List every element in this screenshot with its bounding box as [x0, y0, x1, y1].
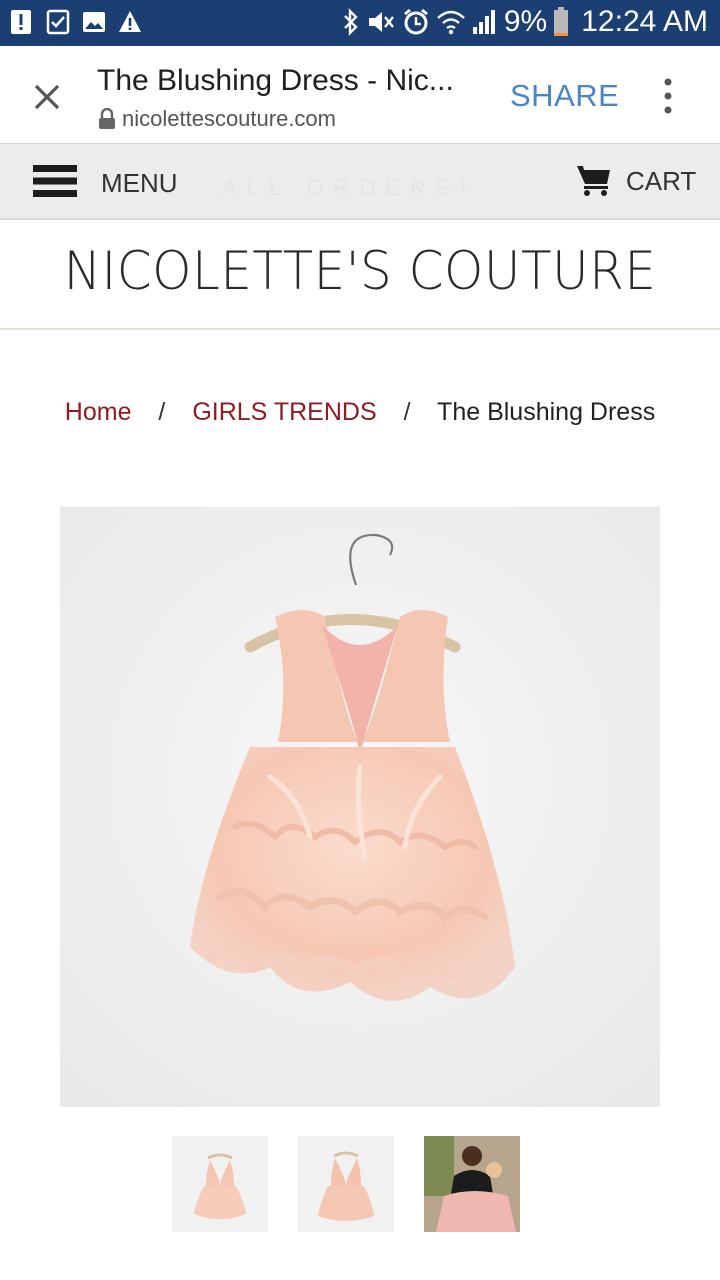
wifi-icon — [437, 10, 465, 35]
url-text: nicolettescouture.com — [122, 106, 336, 131]
signal-icon — [472, 10, 495, 34]
breadcrumb-home-link[interactable]: Home — [65, 398, 132, 426]
thumbnail-2[interactable] — [298, 1136, 394, 1232]
alarm-icon — [403, 8, 428, 35]
dress-thumbnail-image — [172, 1136, 268, 1232]
breadcrumb: Home / GIRLS TRENDS / The Blushing Dress — [0, 398, 720, 427]
product-main-image[interactable] — [60, 507, 660, 1107]
thumbnail-3[interactable] — [424, 1136, 520, 1232]
breadcrumb-separator: / — [158, 398, 166, 426]
status-bar: 9% 12:24 AM — [0, 0, 720, 46]
announcement-text: ALL ORDERS! — [222, 175, 477, 200]
battery-icon — [554, 7, 569, 36]
mute-icon — [368, 12, 394, 32]
alert-icon — [11, 10, 31, 34]
breadcrumb-category-link[interactable]: GIRLS TRENDS — [192, 398, 376, 426]
menu-button[interactable]: MENU — [101, 168, 178, 199]
browser-toolbar: The Blushing Dress - Nic... nicolettesco… — [0, 46, 720, 144]
thumbnail-strip — [172, 1136, 532, 1234]
page-title: The Blushing Dress - Nic... — [97, 64, 454, 97]
mother-daughter-photo-thumbnail — [424, 1136, 520, 1232]
dress-on-hanger-illustration — [60, 507, 660, 1107]
site-header: MENU ALL ORDERS! CART — [0, 144, 720, 220]
share-button[interactable]: SHARE — [510, 78, 619, 114]
warning-icon — [119, 11, 141, 32]
more-options-icon[interactable] — [658, 76, 678, 116]
site-logo[interactable]: NICOLETTE'S COUTURE — [0, 241, 720, 302]
url-bar[interactable]: nicolettescouture.com — [98, 106, 336, 132]
cart-button[interactable]: CART — [626, 166, 696, 197]
bluetooth-icon — [344, 8, 358, 36]
breadcrumb-current: The Blushing Dress — [437, 398, 656, 426]
dress-thumbnail-image — [298, 1136, 394, 1232]
close-icon[interactable] — [30, 80, 64, 114]
cart-icon[interactable] — [576, 162, 612, 198]
gallery-icon — [83, 12, 105, 32]
breadcrumb-separator: / — [403, 398, 411, 426]
battery-percent: 9% — [503, 5, 548, 38]
hamburger-menu-icon[interactable] — [33, 164, 77, 198]
clock: 12:24 AM — [581, 5, 708, 38]
logo-area: NICOLETTE'S COUTURE — [0, 222, 720, 330]
checklist-icon — [46, 9, 70, 35]
thumbnail-1[interactable] — [172, 1136, 268, 1232]
lock-icon — [99, 108, 115, 129]
